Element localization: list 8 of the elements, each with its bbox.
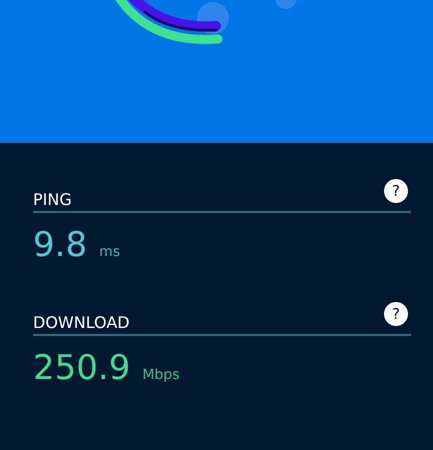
metric-unit: ms xyxy=(99,244,120,260)
help-button[interactable]: ? xyxy=(384,302,408,326)
metric-label: DOWNLOAD xyxy=(33,314,130,332)
metric-unit: Mbps xyxy=(142,367,180,383)
metric-value: 250.9 xyxy=(33,349,130,387)
help-button[interactable]: ? xyxy=(384,179,408,203)
metric-label: PING xyxy=(33,191,72,209)
metric-value: 9.8 xyxy=(33,226,88,264)
